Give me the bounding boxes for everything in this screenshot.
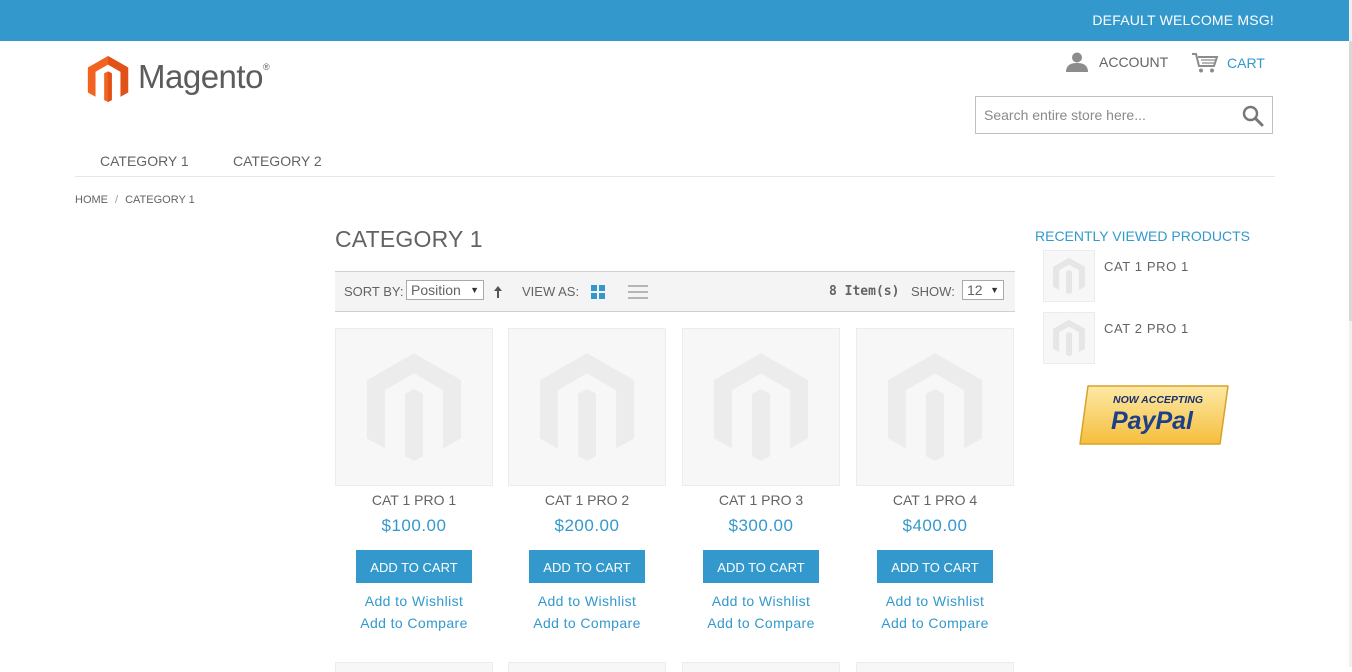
paypal-brand-text: PayPal [1111,407,1194,435]
cart-link[interactable]: CART [1191,52,1265,74]
product-image[interactable] [508,328,666,486]
add-to-compare-link[interactable]: Add to Compare [682,615,840,631]
recently-viewed-item[interactable]: CAT 1 PRO 1 [1043,250,1189,302]
product-name[interactable]: CAT 1 PRO 3 [682,492,840,508]
products-toolbar: SORT BY: Position ▼ VIEW AS: 8 Item(s) SH… [335,271,1015,312]
chevron-down-icon: ▼ [990,285,999,295]
welcome-message: DEFAULT WELCOME MSG! [1092,12,1274,28]
search-input[interactable] [976,97,1252,133]
chevron-down-icon: ▼ [470,285,479,295]
paypal-badge[interactable]: NOW ACCEPTING PayPal [1078,384,1232,446]
add-to-compare-link[interactable]: Add to Compare [856,615,1014,631]
add-to-wishlist-link[interactable]: Add to Wishlist [335,593,493,609]
magento-logo-icon [87,55,129,103]
recently-viewed-title: RECENTLY VIEWED PRODUCTS [1035,228,1250,244]
account-link[interactable]: ACCOUNT [1065,52,1168,72]
add-to-wishlist-link[interactable]: Add to Wishlist [856,593,1014,609]
grid-view-icon[interactable] [591,285,605,299]
add-to-cart-button[interactable]: ADD TO CART [703,550,819,583]
product-card: CAT 1 PRO 1 $100.00 ADD TO CART Add to W… [335,328,493,631]
list-view-icon[interactable] [628,284,648,300]
recently-viewed-name[interactable]: CAT 1 PRO 1 [1104,259,1189,274]
product-card: CAT 1 PRO 2 $200.00 ADD TO CART Add to W… [508,328,666,631]
product-price: $100.00 [381,516,447,535]
product-name[interactable]: CAT 1 PRO 1 [335,492,493,508]
product-placeholder-icon [366,353,462,461]
product-card-partial[interactable] [682,662,840,672]
product-card: CAT 1 PRO 4 $400.00 ADD TO CART Add to W… [856,328,1014,631]
top-bar: DEFAULT WELCOME MSG! [0,0,1349,41]
breadcrumb-current: CATEGORY 1 [125,194,195,206]
breadcrumb: HOME / CATEGORY 1 [75,194,195,206]
product-price: $200.00 [554,516,620,535]
page-title: CATEGORY 1 [335,226,483,252]
sort-by-value: Position [411,282,461,298]
view-as-label: VIEW AS: [522,284,580,299]
main-navigation: CATEGORY 1 CATEGORY 2 [75,150,1275,177]
product-card: CAT 1 PRO 3 $300.00 ADD TO CART Add to W… [682,328,840,631]
product-name[interactable]: CAT 1 PRO 4 [856,492,1014,508]
add-to-compare-link[interactable]: Add to Compare [335,615,493,631]
logo-text: Magento® [138,58,270,95]
product-placeholder-icon [539,353,635,461]
add-to-wishlist-link[interactable]: Add to Wishlist [682,593,840,609]
product-name[interactable]: CAT 1 PRO 2 [508,492,666,508]
recently-viewed-thumb[interactable] [1043,312,1095,364]
sort-by-select[interactable]: Position ▼ [406,280,484,300]
show-label: SHOW: [911,284,955,299]
store-logo[interactable]: Magento® [84,50,270,108]
product-image[interactable] [682,328,840,486]
cart-label: CART [1227,55,1265,71]
product-card-partial[interactable] [856,662,1014,672]
product-price: $400.00 [902,516,968,535]
paypal-top-text: NOW ACCEPTING [1113,394,1203,406]
show-limit-value: 12 [967,282,983,298]
nav-item-category-2[interactable]: CATEGORY 2 [233,153,322,169]
account-label: ACCOUNT [1099,54,1169,70]
add-to-wishlist-link[interactable]: Add to Wishlist [508,593,666,609]
nav-item-category-1[interactable]: CATEGORY 1 [100,153,189,169]
sort-arrow-icon[interactable] [493,285,503,299]
search-icon[interactable] [1242,105,1264,127]
account-icon [1066,52,1088,72]
product-placeholder-icon [887,353,983,461]
breadcrumb-separator: / [115,194,119,206]
product-card-partial[interactable] [335,662,493,672]
add-to-cart-button[interactable]: ADD TO CART [356,550,472,583]
product-placeholder-icon [713,353,809,461]
recently-viewed-item[interactable]: CAT 2 PRO 1 [1043,312,1189,364]
search-box [975,96,1273,134]
sort-by-label: SORT BY: [344,284,404,299]
add-to-compare-link[interactable]: Add to Compare [508,615,666,631]
items-count: 8 Item(s) [829,284,900,299]
add-to-cart-button[interactable]: ADD TO CART [529,550,645,583]
breadcrumb-home[interactable]: HOME [75,194,108,206]
recently-viewed-thumb[interactable] [1043,250,1095,302]
show-limit-select[interactable]: 12 ▼ [962,280,1004,300]
product-price: $300.00 [728,516,794,535]
product-placeholder-icon [1053,257,1085,295]
product-placeholder-icon [1053,319,1085,357]
cart-icon [1192,53,1219,73]
add-to-cart-button[interactable]: ADD TO CART [877,550,993,583]
product-card-partial[interactable] [508,662,666,672]
recently-viewed-name[interactable]: CAT 2 PRO 1 [1104,321,1189,336]
product-image[interactable] [856,328,1014,486]
product-image[interactable] [335,328,493,486]
